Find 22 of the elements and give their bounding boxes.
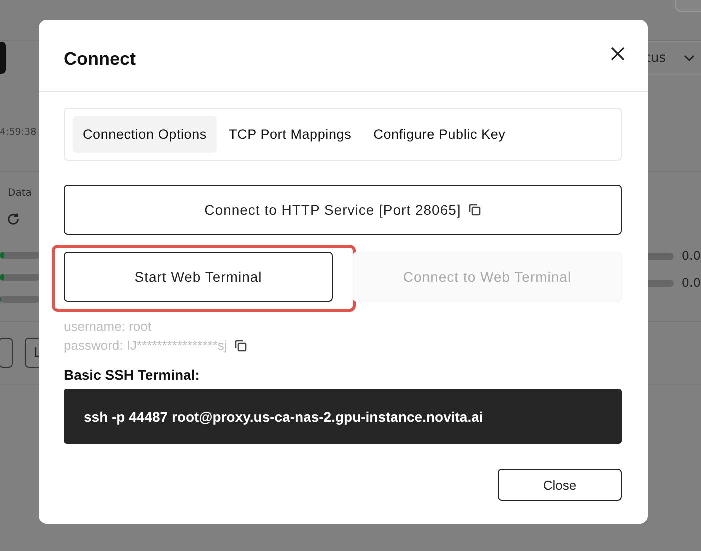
tab[interactable]: Configure Public Key <box>364 116 516 153</box>
close-button[interactable]: Close <box>498 469 622 501</box>
web-terminal-button[interactable]: Start Web Terminal <box>64 252 333 302</box>
chevron-down-icon <box>684 54 695 62</box>
copy-icon[interactable] <box>235 340 248 352</box>
tab[interactable]: TCP Port Mappings <box>218 116 362 153</box>
close-icon[interactable] <box>610 46 626 62</box>
time-text: 4:59:38 <box>0 127 37 140</box>
section-label: Data <box>8 188 33 199</box>
ssh-label: Basic SSH Terminal: <box>64 367 201 383</box>
ssh-command: ssh -p 44487 root@proxy.us-ca-nas-2.gpu-instance.novita.ai <box>64 389 622 444</box>
dark-button[interactable] <box>0 42 6 74</box>
tab[interactable]: Connection Options <box>73 116 217 153</box>
meter-reading: 0.0 <box>682 276 701 290</box>
http-service-button[interactable]: Connect to HTTP Service [Port 28065] <box>64 185 622 235</box>
dialog-title: Connect <box>64 49 136 70</box>
outline-button[interactable] <box>0 338 13 368</box>
username-text: username: root <box>64 319 152 334</box>
password-text: password: IJ****************sj <box>64 338 228 353</box>
refresh-icon[interactable] <box>7 213 20 226</box>
copy-icon[interactable] <box>469 204 482 216</box>
meter-reading: 0.0 <box>682 249 701 263</box>
